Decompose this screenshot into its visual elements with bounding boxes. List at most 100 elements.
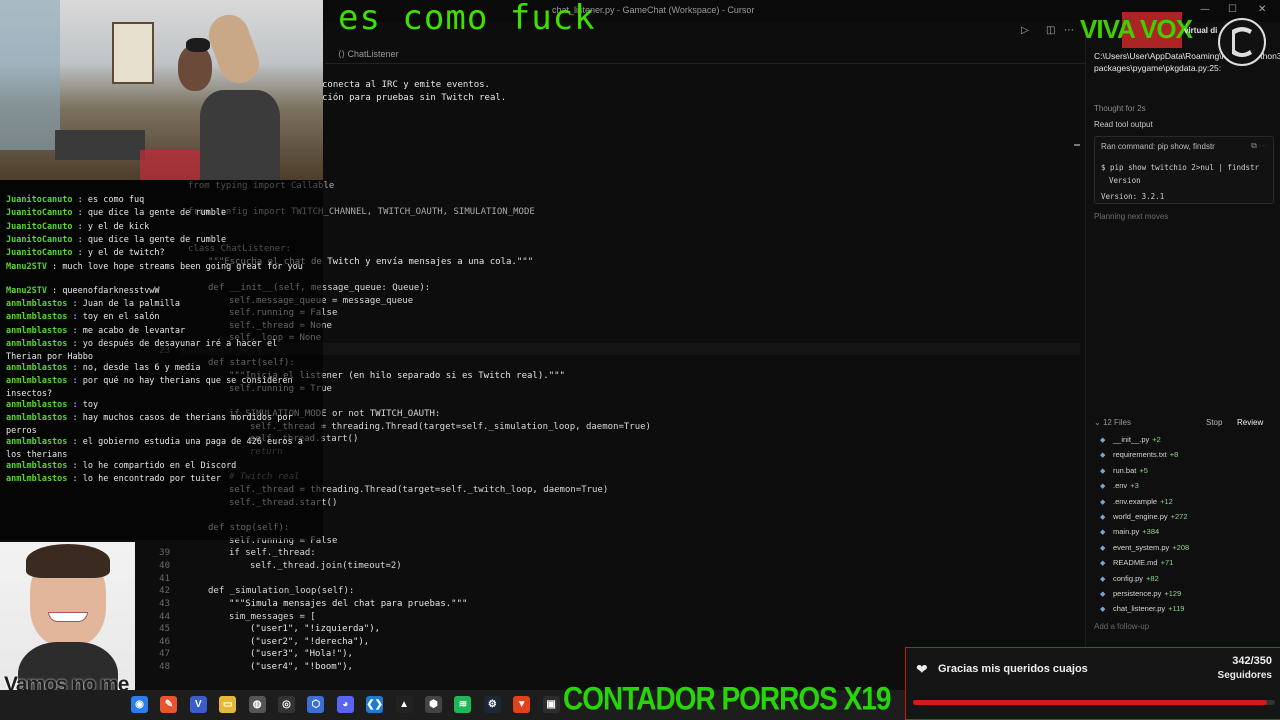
- changed-file-item[interactable]: ◆ chat_listener.py +119: [1100, 604, 1184, 613]
- line-number: 46: [159, 637, 170, 647]
- chat-username: anmlmblastos: [6, 437, 68, 447]
- webcam-feed: [0, 0, 323, 180]
- chat-separator: :: [72, 222, 88, 232]
- chat-username: Manu2STV: [6, 286, 47, 296]
- changed-file-item[interactable]: ◆ README.md +71: [1100, 558, 1173, 567]
- changed-file-item[interactable]: ◆ run.bat +5: [1100, 466, 1148, 475]
- changed-file-item[interactable]: ◆ main.py +384: [1100, 527, 1159, 536]
- v-icon[interactable]: V: [189, 696, 207, 713]
- code-line[interactable]: 43 """Simula mensajes del chat para prueb…: [0, 598, 1080, 610]
- changed-file-item[interactable]: ◆ config.py +82: [1100, 574, 1159, 583]
- review-button[interactable]: Review: [1237, 418, 1263, 427]
- read-tool-label[interactable]: Read tool output: [1094, 120, 1153, 129]
- chat-text: Juan de la palmilla: [82, 299, 181, 309]
- cursor-icon[interactable]: ▲: [395, 696, 413, 713]
- file-name: persistence.py: [1113, 589, 1162, 598]
- chat-separator: :: [46, 262, 63, 272]
- file-icon: ◆: [1100, 591, 1106, 598]
- line-number: 48: [159, 662, 170, 672]
- stop-button[interactable]: Stop: [1206, 418, 1222, 427]
- folder-icon[interactable]: ▭: [219, 696, 237, 713]
- changed-files-header[interactable]: ⌄ 12 Files Stop Review: [1094, 418, 1276, 427]
- cube-icon[interactable]: ⬢: [425, 696, 442, 713]
- code-line[interactable]: 39 if self._thread:: [0, 547, 1080, 559]
- line-number: 47: [159, 649, 170, 659]
- line-number: 43: [159, 599, 170, 609]
- chat-username: anmlmblastos: [6, 312, 68, 322]
- chat-username: anmlmblastos: [6, 474, 68, 484]
- changed-file-item[interactable]: ◆ .env.example +12: [1100, 497, 1173, 506]
- planning-label: Planning next moves: [1094, 212, 1169, 221]
- globe-icon[interactable]: ◍: [248, 696, 266, 713]
- code-text: """Simula mensajes del chat para pruebas…: [229, 599, 468, 609]
- brave-icon[interactable]: ▼: [513, 696, 531, 713]
- line-number: 39: [159, 548, 170, 558]
- chat-text: toy: [82, 400, 99, 410]
- line-number: 45: [159, 624, 170, 634]
- chat-text: toy en el salón: [82, 312, 160, 322]
- spotify-icon[interactable]: ≋: [454, 696, 472, 713]
- chat-separator: :: [67, 339, 83, 349]
- code-line[interactable]: 42 def _simulation_loop(self):: [0, 585, 1080, 597]
- chat-message: anmlmblastos : lo he encontrado por tuit…: [6, 473, 318, 486]
- copy-icon[interactable]: ⧉ ⋯: [1251, 141, 1267, 151]
- code-line[interactable]: 45 ("user1", "!izquierda"),: [0, 623, 1080, 635]
- command-line: $ pip show twitchio 2>nul | findstr: [1101, 163, 1260, 172]
- file-icon: ◆: [1100, 575, 1106, 583]
- code-text: if self._thread:: [229, 548, 316, 558]
- file-name: event_system.py: [1113, 542, 1170, 552]
- file-name: requirements.txt: [1113, 450, 1167, 460]
- chat-message: anmlmblastos : toy en el salón: [6, 311, 318, 324]
- discord-icon[interactable]: ◕: [336, 696, 354, 713]
- chat-separator: :: [72, 195, 88, 205]
- file-diff: +272: [1170, 512, 1188, 521]
- follower-count: 342/350: [1232, 655, 1272, 667]
- chrome-icon[interactable]: ◉: [131, 696, 148, 713]
- chat-text: much love hope streams been going great …: [62, 262, 303, 272]
- maximize-button[interactable]: ☐: [1228, 4, 1237, 15]
- files-count: 12 Files: [1102, 418, 1131, 427]
- command-line-2: Version: [1109, 176, 1141, 185]
- chat-message: anmlmblastos : hay muchos casos de theri…: [6, 412, 318, 437]
- changed-file-item[interactable]: ◆ __init__.py +2: [1100, 435, 1161, 444]
- command-title: Ran command: pip show, findstr: [1101, 142, 1215, 151]
- chat-message: JuanitoCanuto : y el de twitch?: [6, 247, 318, 260]
- changed-file-item[interactable]: ◆ persistence.py +129: [1100, 589, 1181, 598]
- file-diff: +12: [1160, 496, 1173, 506]
- chat-separator: :: [67, 413, 83, 423]
- chat-separator: :: [67, 400, 83, 410]
- code-text: ción para pruebas sin Twitch real.: [322, 93, 507, 103]
- chevron-down-icon[interactable]: ⌄: [1094, 418, 1101, 427]
- file-diff: +5: [1139, 465, 1148, 475]
- line-number: 42: [159, 586, 170, 596]
- changed-file-item[interactable]: ◆ world_engine.py +272: [1100, 512, 1188, 521]
- pen-icon[interactable]: ✎: [160, 696, 178, 713]
- chat-username: JuanitoCanuto: [6, 208, 73, 218]
- chat-message: anmlmblastos : Juan de la palmilla: [6, 298, 318, 311]
- close-button[interactable]: ✕: [1258, 4, 1266, 15]
- follower-progress-bar: [913, 700, 1275, 705]
- vscode-icon[interactable]: ❮❯: [366, 696, 384, 713]
- terminal-icon[interactable]: ▣: [542, 696, 560, 713]
- chat-text: me acabo de levantar: [82, 326, 186, 336]
- changed-file-item[interactable]: ◆ event_system.py +208: [1100, 543, 1189, 552]
- followup-input[interactable]: Add a follow-up: [1094, 622, 1274, 631]
- chat-text: que dice la gente de rumble: [87, 208, 227, 218]
- chat-username: anmlmblastos: [6, 339, 68, 349]
- changed-file-item[interactable]: ◆ requirements.txt +8: [1100, 450, 1178, 459]
- code-line[interactable]: 41: [0, 573, 1080, 585]
- channel-logo-icon: [1218, 18, 1266, 66]
- code-line[interactable]: 40 self._thread.join(timeout=2): [0, 560, 1080, 572]
- file-name: .env: [1113, 481, 1128, 491]
- minimize-button[interactable]: —: [1200, 4, 1210, 15]
- chat-separator: :: [67, 363, 83, 373]
- chat-separator: :: [72, 248, 88, 258]
- code-line[interactable]: 44 sim_messages = [: [0, 611, 1080, 623]
- obs-icon[interactable]: ◎: [278, 696, 295, 713]
- scroll-indicator[interactable]: [1074, 144, 1080, 146]
- thought-label[interactable]: Thought for 2s: [1094, 104, 1146, 113]
- command-block[interactable]: Ran command: pip show, findstr ⧉ ⋯ $ pip…: [1094, 136, 1274, 204]
- steam-icon[interactable]: ⚙: [483, 696, 501, 713]
- shield-icon[interactable]: ⬡: [307, 696, 325, 713]
- changed-file-item[interactable]: ◆ .env +3: [1100, 481, 1139, 490]
